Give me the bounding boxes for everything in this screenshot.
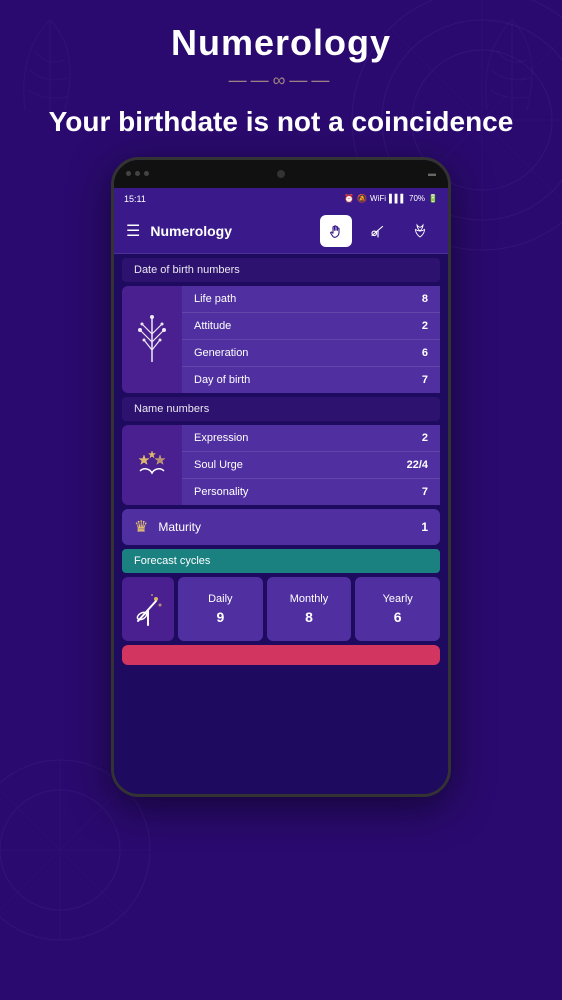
date-of-birth-header: Date of birth numbers	[122, 258, 440, 282]
phone-camera	[277, 170, 285, 178]
expression-label: Expression	[194, 432, 248, 444]
generation-value: 6	[422, 347, 428, 359]
attitude-label: Attitude	[194, 320, 231, 332]
day-of-birth-value: 7	[422, 374, 428, 386]
monthly-cycle[interactable]: Monthly 8	[267, 577, 352, 641]
alarm-icon: ⏰	[344, 194, 354, 203]
status-bar: 15:11 ⏰ 🔕 WiFi ▌▌▌ 70% 🔋	[114, 188, 448, 210]
day-of-birth-label: Day of birth	[194, 374, 250, 386]
personality-label: Personality	[194, 486, 248, 498]
soul-urge-value: 22/4	[407, 459, 428, 471]
expression-row[interactable]: Expression 2	[182, 425, 440, 452]
attitude-row[interactable]: Attitude 2	[182, 313, 440, 340]
date-icon-box	[122, 286, 182, 393]
yearly-label: Yearly	[383, 593, 413, 605]
phone-notch-bar: ▬	[114, 160, 448, 188]
silent-icon: 🔕	[357, 194, 367, 203]
app-content: Date of birth numbers	[114, 254, 448, 794]
monthly-label: Monthly	[290, 593, 329, 605]
palmistry-button[interactable]	[320, 215, 352, 247]
battery-text: 70%	[409, 194, 425, 203]
status-time: 15:11	[124, 194, 146, 204]
ornament-divider: ——∞——	[0, 70, 562, 91]
hand-icon	[327, 222, 345, 240]
phone-speaker: ▬	[428, 169, 436, 178]
expression-value: 2	[422, 432, 428, 444]
life-path-label: Life path	[194, 293, 236, 305]
stars-hand-icon	[130, 443, 174, 487]
phone-mockup: ▬ 15:11 ⏰ 🔕 WiFi ▌▌▌ 70% 🔋 ☰ Numerology	[0, 157, 562, 797]
name-numbers-header: Name numbers	[122, 397, 440, 421]
forecast-icon-box	[122, 577, 174, 641]
page-title: Numerology	[0, 0, 562, 64]
battery-icon: 🔋	[428, 194, 438, 203]
generation-label: Generation	[194, 347, 248, 359]
maturity-value: 1	[421, 520, 428, 534]
life-path-value: 8	[422, 293, 428, 305]
status-icons: ⏰ 🔕 WiFi ▌▌▌ 70% 🔋	[344, 194, 438, 203]
phone-dot-2	[135, 171, 140, 176]
maturity-row[interactable]: ♛ Maturity 1	[122, 509, 440, 545]
attitude-value: 2	[422, 320, 428, 332]
name-number-rows: Expression 2 Soul Urge 22/4 Personality …	[182, 425, 440, 505]
yearly-cycle[interactable]: Yearly 6	[355, 577, 440, 641]
wifi-icon: WiFi	[370, 194, 386, 203]
crown-icon: ♛	[134, 517, 148, 537]
telescope-forecast-icon	[132, 591, 164, 627]
phone-dots	[126, 171, 149, 176]
bottom-bar	[122, 645, 440, 665]
daily-value: 9	[216, 609, 224, 625]
phone-dot-1	[126, 171, 131, 176]
name-icon-box	[122, 425, 182, 505]
app-bar: ☰ Numerology	[114, 210, 448, 254]
lotus-icon	[411, 222, 429, 240]
forecast-cycles-header: Forecast cycles	[122, 549, 440, 573]
yearly-value: 6	[394, 609, 402, 625]
forecast-cycles-section: Daily 9 Monthly 8 Yearly 6	[122, 577, 440, 641]
maturity-label: Maturity	[158, 520, 411, 534]
page-subtitle: Your birthdate is not a coincidence	[0, 97, 562, 147]
menu-button[interactable]: ☰	[126, 221, 140, 241]
life-path-row[interactable]: Life path 8	[182, 286, 440, 313]
soul-urge-label: Soul Urge	[194, 459, 243, 471]
phone-dot-3	[144, 171, 149, 176]
lotus-button[interactable]	[404, 215, 436, 247]
monthly-value: 8	[305, 609, 313, 625]
date-of-birth-rows: Life path 8 Attitude 2 Generation 6 Day …	[182, 286, 440, 393]
app-bar-title: Numerology	[150, 223, 310, 239]
date-of-birth-section: Life path 8 Attitude 2 Generation 6 Day …	[122, 286, 440, 393]
tree-of-life-icon	[132, 312, 172, 367]
name-numbers-section: Expression 2 Soul Urge 22/4 Personality …	[122, 425, 440, 505]
daily-cycle[interactable]: Daily 9	[178, 577, 263, 641]
day-of-birth-row[interactable]: Day of birth 7	[182, 367, 440, 393]
astrology-button[interactable]	[362, 215, 394, 247]
soul-urge-row[interactable]: Soul Urge 22/4	[182, 452, 440, 479]
personality-value: 7	[422, 486, 428, 498]
telescope-icon	[369, 222, 387, 240]
generation-row[interactable]: Generation 6	[182, 340, 440, 367]
phone-frame: ▬ 15:11 ⏰ 🔕 WiFi ▌▌▌ 70% 🔋 ☰ Numerology	[111, 157, 451, 797]
personality-row[interactable]: Personality 7	[182, 479, 440, 505]
daily-label: Daily	[208, 593, 232, 605]
signal-icon: ▌▌▌	[389, 194, 406, 203]
